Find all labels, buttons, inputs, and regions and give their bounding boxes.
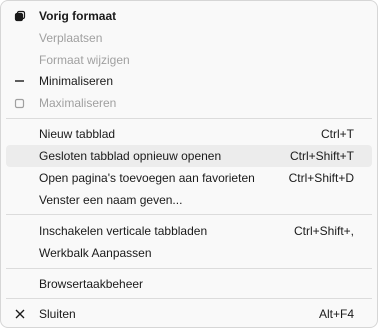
menu-item-label: Venster een naam geven... <box>39 193 183 207</box>
menu-item-restore[interactable]: Vorig formaat <box>6 5 372 27</box>
maximize-icon <box>14 97 26 109</box>
menu-item-add-pages-to-favorites[interactable]: Open pagina's toevoegen aan favorieten C… <box>6 167 372 189</box>
menu-item-label: Open pagina's toevoegen aan favorieten <box>39 171 255 185</box>
menu-item-customize-toolbar[interactable]: Werkbalk Aanpassen <box>6 242 372 264</box>
menu-item-reopen-closed-tab[interactable]: Gesloten tabblad opnieuw openen Ctrl+Shi… <box>6 145 372 167</box>
menu-item-label: Verplaatsen <box>39 31 103 45</box>
menu-item-label: Browsertaakbeheer <box>39 277 144 291</box>
restore-icon <box>14 10 26 22</box>
menu-item-maximize[interactable]: Maximaliseren <box>6 92 372 114</box>
menu-item-label: Gesloten tabblad opnieuw openen <box>39 149 222 163</box>
menu-item-label: Minimaliseren <box>39 74 114 88</box>
close-icon <box>14 308 26 320</box>
menu-item-label: Formaat wijzigen <box>39 53 130 67</box>
menu-item-shortcut: Ctrl+Shift+D <box>288 171 354 185</box>
menu-item-move[interactable]: Verplaatsen <box>6 27 372 49</box>
menu-item-size[interactable]: Formaat wijzigen <box>6 49 372 71</box>
menu-item-shortcut: Ctrl+Shift+T <box>289 149 354 163</box>
menu-item-name-window[interactable]: Venster een naam geven... <box>6 189 372 211</box>
menu-item-label: Nieuw tabblad <box>39 127 116 141</box>
menu-item-label: Werkbalk Aanpassen <box>39 246 152 260</box>
minimize-icon <box>14 75 26 87</box>
menu-item-close[interactable]: Sluiten Alt+F4 <box>6 303 372 325</box>
context-menu: Vorig formaat Verplaatsen Formaat wijzig… <box>0 0 378 328</box>
menu-item-vertical-tabs[interactable]: Inschakelen verticale tabbladen Ctrl+Shi… <box>6 220 372 242</box>
menu-item-browser-task-manager[interactable]: Browsertaakbeheer <box>6 273 372 295</box>
menu-item-shortcut: Ctrl+T <box>321 127 354 141</box>
menu-item-shortcut: Ctrl+Shift+, <box>293 224 354 238</box>
menu-item-shortcut: Alt+F4 <box>318 307 354 321</box>
menu-item-new-tab[interactable]: Nieuw tabblad Ctrl+T <box>6 123 372 145</box>
menu-item-label: Vorig formaat <box>39 9 117 23</box>
menu-item-minimize[interactable]: Minimaliseren <box>6 70 372 92</box>
menu-separator <box>6 118 372 119</box>
menu-item-label: Sluiten <box>39 307 76 321</box>
menu-separator <box>6 268 372 269</box>
menu-separator <box>6 298 372 299</box>
menu-item-label: Maximaliseren <box>39 96 117 110</box>
menu-separator <box>6 214 372 215</box>
menu-item-label: Inschakelen verticale tabbladen <box>39 224 208 238</box>
